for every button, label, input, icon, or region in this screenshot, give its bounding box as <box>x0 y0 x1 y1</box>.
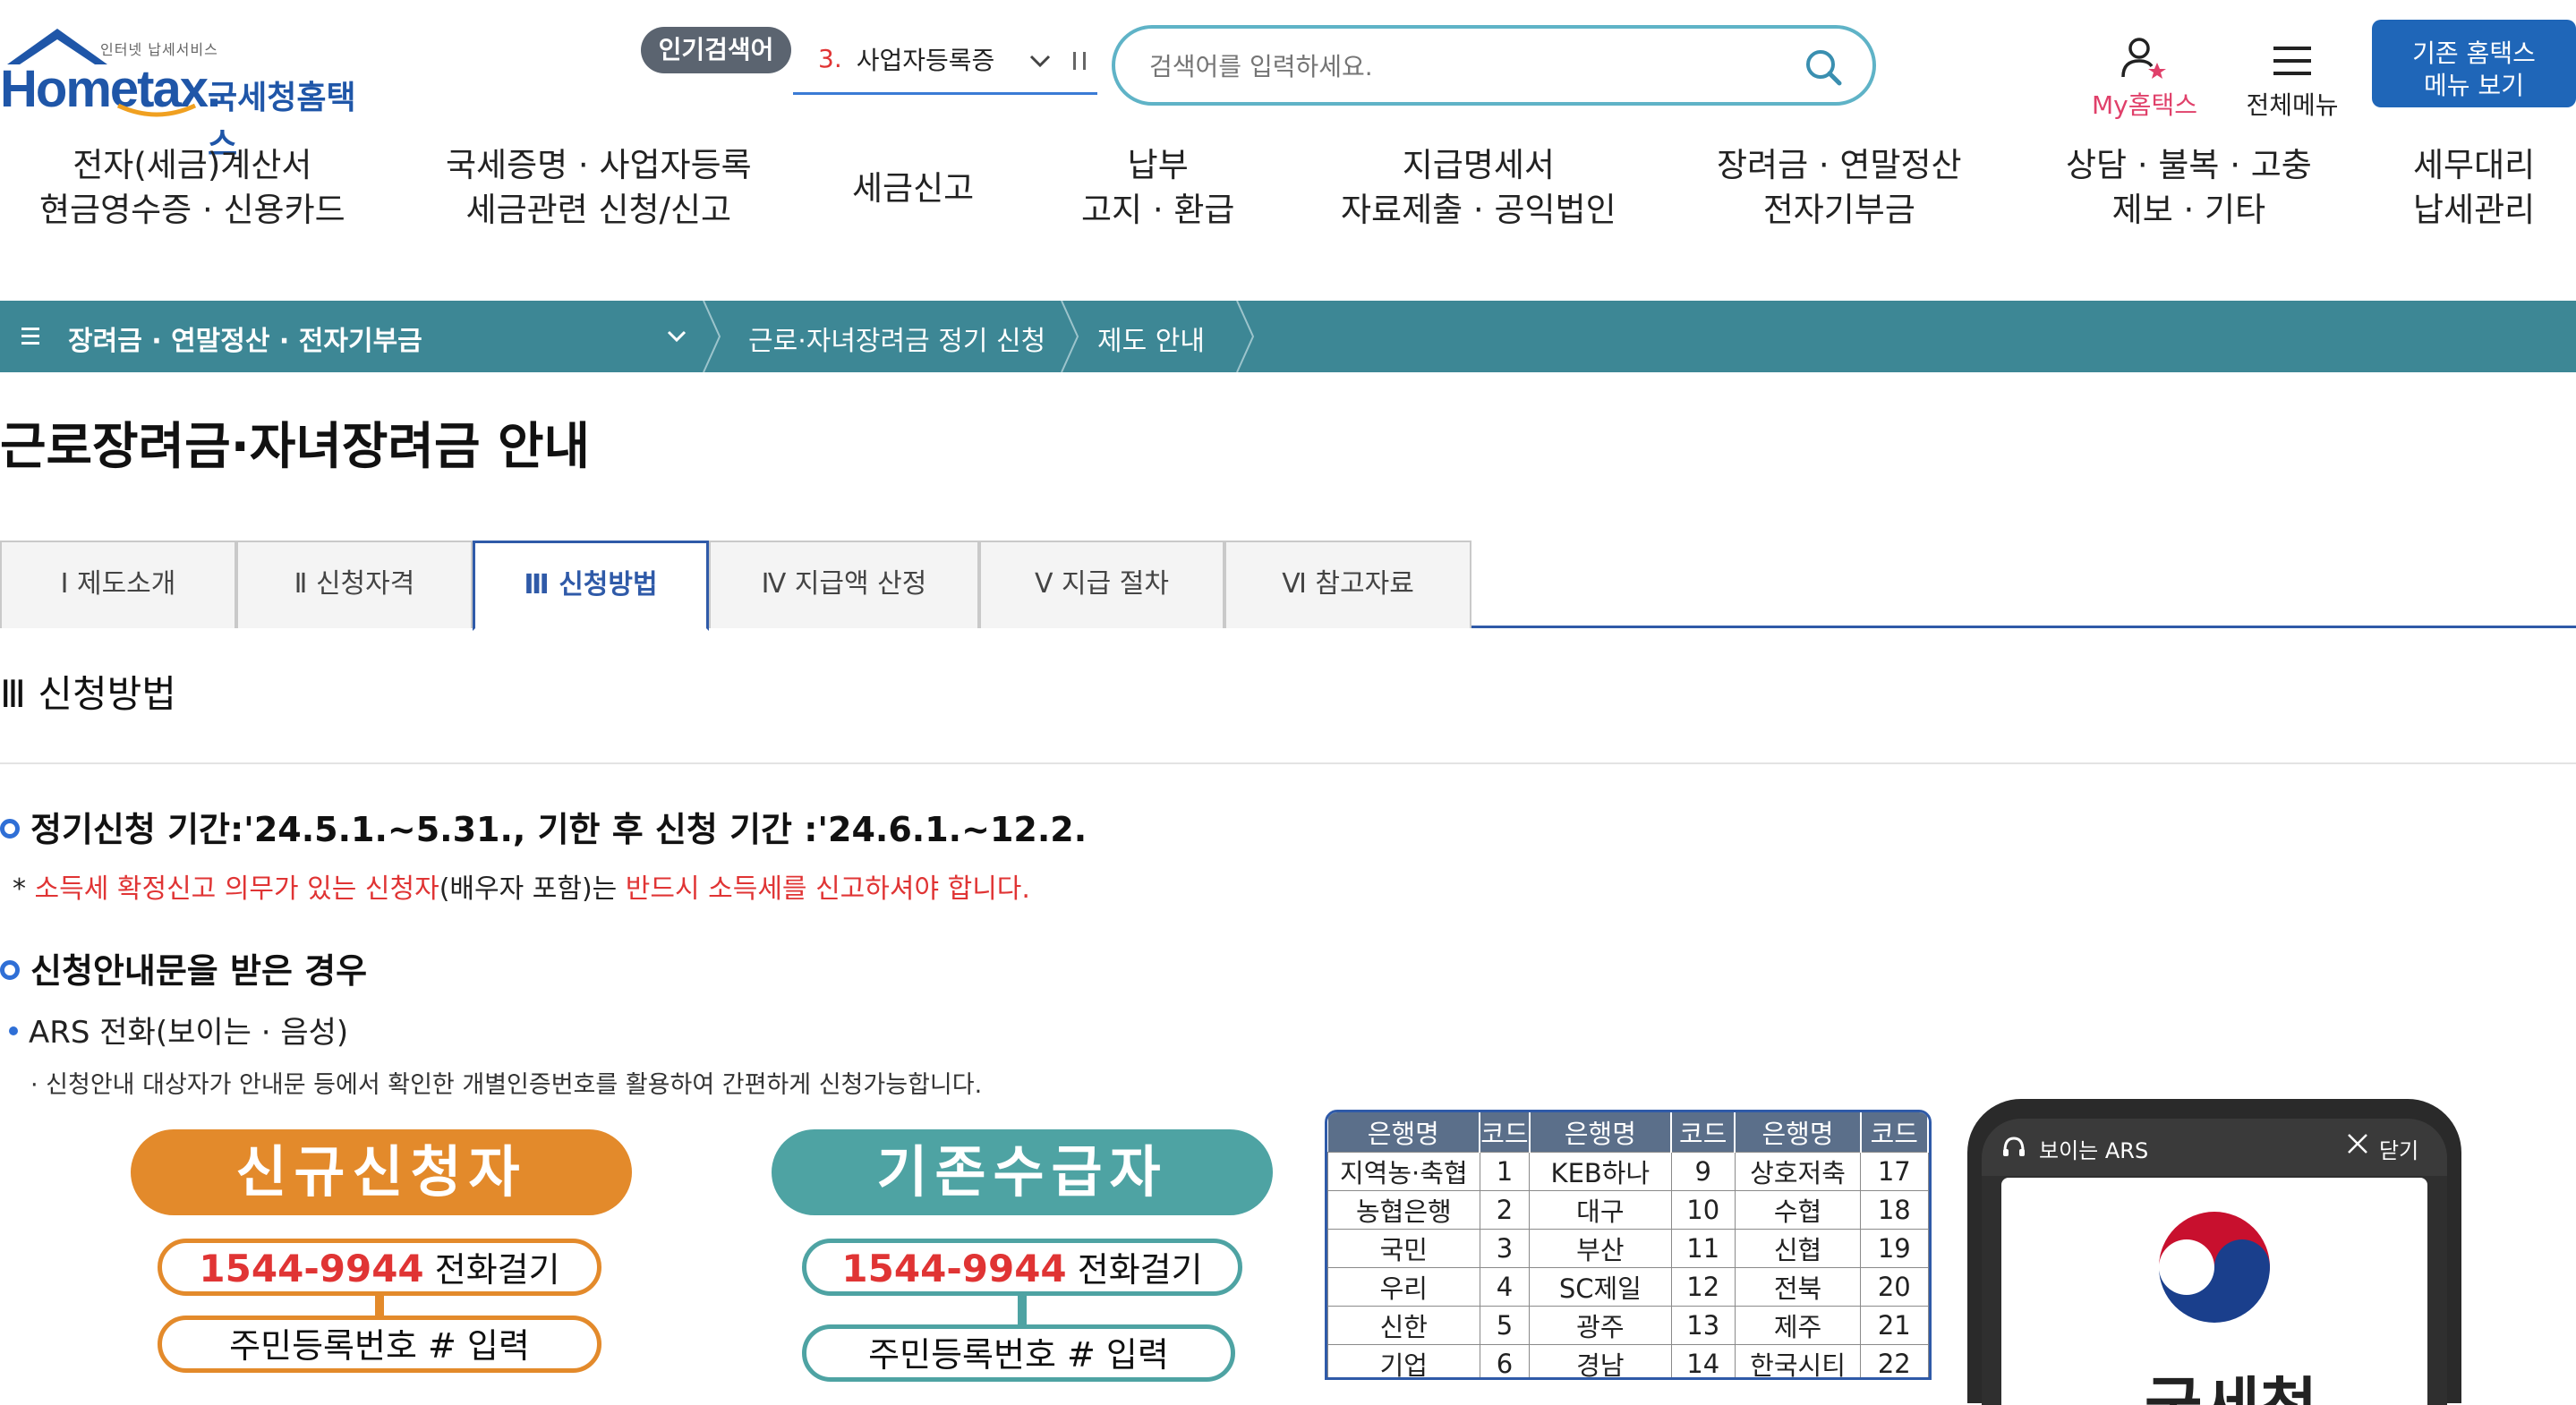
ars-heading: ARS 전화(보이는 · 음성) <box>9 1008 348 1052</box>
table-row: 국민 3 부산 11 신협 19 <box>1327 1228 1929 1268</box>
breadcrumb-item-regular-application[interactable]: 근로·자녀장려금 정기 신청 <box>748 319 1045 358</box>
nav-item-e-invoice[interactable]: 전자(세금)계산서 현금영수증 · 신용카드 <box>39 143 345 233</box>
section-divider <box>0 762 2576 764</box>
notice-received-heading: 신청안내문을 받은 경우 <box>0 943 367 992</box>
popular-term: 사업자등록증 <box>856 45 995 75</box>
search-icon[interactable] <box>1803 47 1844 88</box>
logo-subtitle: 인터넷 납세서비스 <box>100 41 218 58</box>
headset-icon <box>2003 1137 2025 1156</box>
period-heading: 정기신청 기간:'24.5.1.~5.31., 기한 후 신청 기간 :'24.… <box>0 802 1087 851</box>
all-menu-label: 전체메뉴 <box>2246 90 2339 120</box>
tab-payment-procedure[interactable]: Ⅴ 지급 절차 <box>979 541 1224 628</box>
phone-mockup: 보이는 ARS 닫기 국세청 <box>1967 1099 2461 1405</box>
breadcrumb-separator-icon <box>1236 301 1255 372</box>
my-hometax-button[interactable]: My홈택스 <box>2082 36 2207 120</box>
popular-search-badge: 인기검색어 <box>641 27 791 73</box>
pause-icon[interactable] <box>1070 48 1090 73</box>
breadcrumb-separator-icon <box>703 301 721 372</box>
section-title: Ⅲ 신청방법 <box>0 672 176 716</box>
nav-item-certificates[interactable]: 국세증명 · 사업자등록 세금관련 신청/신고 <box>446 143 752 233</box>
ars-content: 국세청 <box>2001 1178 2427 1405</box>
flow-connector <box>1018 1296 1027 1324</box>
bank-table: 은행명 코드 은행명 코드 은행명 코드 지역농·축협 1 KEB하나 9 상호저축 17 농협… <box>1327 1112 1929 1377</box>
bank-code-table: 은행명 코드 은행명 코드 은행명 코드 지역농·축협 1 KEB하나 9 상호저축 17 농협… <box>1325 1110 1932 1380</box>
hometax-logo[interactable]: 인터넷 납세서비스 Hometax. 국세청홈택스 <box>0 20 385 163</box>
existing-recipient-id-step: 주민등록번호 # 입력 <box>802 1324 1235 1382</box>
breadcrumb: 장려금 · 연말정산 · 전자기부금 근로·자녀장려금 정기 신청 제도 안내 <box>0 301 2576 372</box>
table-row: 우리 4 SC제일 12 전북 20 <box>1327 1266 1929 1307</box>
user-icon <box>2121 38 2166 79</box>
my-hometax-label: My홈택스 <box>2091 90 2197 120</box>
ars-close-button[interactable]: 닫기 <box>2379 1133 2418 1164</box>
all-menu-button[interactable]: 전체메뉴 <box>2234 36 2350 120</box>
nav-item-incentive[interactable]: 장려금 · 연말정산 전자기부금 <box>1717 143 1962 233</box>
search-input[interactable] <box>1147 47 1774 86</box>
logo-swoosh-icon <box>116 103 197 117</box>
tab-eligibility[interactable]: Ⅱ 신청자격 <box>236 541 473 628</box>
new-applicant-call-step: 1544-9944 전화걸기 <box>158 1239 601 1296</box>
old-hometax-line1: 기존 홈택스 <box>2412 38 2536 68</box>
chevron-down-icon[interactable] <box>1028 48 1053 73</box>
ring-bullet-icon <box>0 818 20 839</box>
popular-rank: 3. <box>818 44 842 73</box>
phone-screen: 보이는 ARS 닫기 국세청 <box>1982 1119 2447 1405</box>
chevron-down-icon[interactable] <box>664 324 689 349</box>
table-row: 농협은행 2 대구 10 수협 18 <box>1327 1189 1929 1230</box>
tab-bar: Ⅰ 제도소개 Ⅱ 신청자격 Ⅲ 신청방법 Ⅳ 지급액 산정 Ⅴ 지급 절차 Ⅵ … <box>0 541 2576 631</box>
existing-recipient-call-step: 1544-9944 전화걸기 <box>802 1239 1242 1296</box>
table-row: 신한 5 광주 13 제주 21 <box>1327 1305 1929 1345</box>
search-box <box>1112 25 1876 106</box>
taegeuk-emblem-icon <box>2159 1212 2270 1323</box>
menu-lines-icon <box>21 328 39 345</box>
ars-header-bar: 보이는 ARS 닫기 <box>1982 1119 2447 1176</box>
breadcrumb-item-guide[interactable]: 제도 안내 <box>1097 319 1205 358</box>
tab-system-intro[interactable]: Ⅰ 제도소개 <box>0 541 236 628</box>
nts-label: 국세청 <box>2145 1357 2317 1405</box>
nav-item-payment[interactable]: 납부 고지 · 환급 <box>1081 143 1234 233</box>
old-hometax-menu-button[interactable]: 기존 홈택스 메뉴 보기 <box>2372 20 2576 107</box>
tab-application-method[interactable]: Ⅲ 신청방법 <box>473 541 709 631</box>
popular-search-item[interactable]: 3. 사업자등록증 <box>793 25 1097 95</box>
table-header-row: 은행명 코드 은행명 코드 은행명 코드 <box>1327 1112 1929 1152</box>
ars-title: 보이는 ARS <box>2039 1138 2149 1163</box>
nav-item-tax-report[interactable]: 세금신고 <box>852 166 974 211</box>
table-row: 지역농·축협 1 KEB하나 9 상호저축 17 <box>1327 1151 1929 1191</box>
nav-item-tax-agent[interactable]: 세무대리 납세관리 <box>2413 143 2535 233</box>
income-tax-note: * 소득세 확정신고 의무가 있는 신청자(배우자 포함)는 반드시 소득세를 … <box>13 873 1030 905</box>
breadcrumb-section[interactable]: 장려금 · 연말정산 · 전자기부금 <box>68 319 422 358</box>
existing-recipient-title: 기존수급자 <box>772 1129 1273 1215</box>
nav-item-payment-statement[interactable]: 지급명세서 자료제출 · 공익법인 <box>1341 143 1616 233</box>
table-row: 기업 6 경남 14 한국시티 22 <box>1327 1343 1929 1377</box>
close-icon[interactable] <box>2345 1131 2370 1156</box>
old-hometax-line2: 메뉴 보기 <box>2424 70 2524 100</box>
tab-references[interactable]: Ⅵ 참고자료 <box>1224 541 1471 628</box>
page-title: 근로장려금·자녀장려금 안내 <box>0 418 591 476</box>
main-navigation: 전자(세금)계산서 현금영수증 · 신용카드 국세증명 · 사업자등록 세금관련 신… <box>0 143 2576 260</box>
ars-note: · 신청안내 대상자가 안내문 등에서 확인한 개별인증번호를 활용하여 간편하… <box>30 1071 983 1099</box>
new-applicant-id-step: 주민등록번호 # 입력 <box>158 1316 601 1373</box>
flow-connector <box>375 1296 384 1316</box>
dot-bullet-icon <box>9 1026 18 1035</box>
hamburger-menu-icon <box>2273 47 2311 75</box>
tab-amount-calculation[interactable]: Ⅳ 지급액 산정 <box>709 541 979 628</box>
breadcrumb-separator-icon <box>1061 301 1079 372</box>
ring-bullet-icon <box>0 959 20 980</box>
nav-item-consulting[interactable]: 상담 · 불복 · 고충 제보 · 기타 <box>2066 143 2312 233</box>
new-applicant-title: 신규신청자 <box>131 1129 632 1215</box>
